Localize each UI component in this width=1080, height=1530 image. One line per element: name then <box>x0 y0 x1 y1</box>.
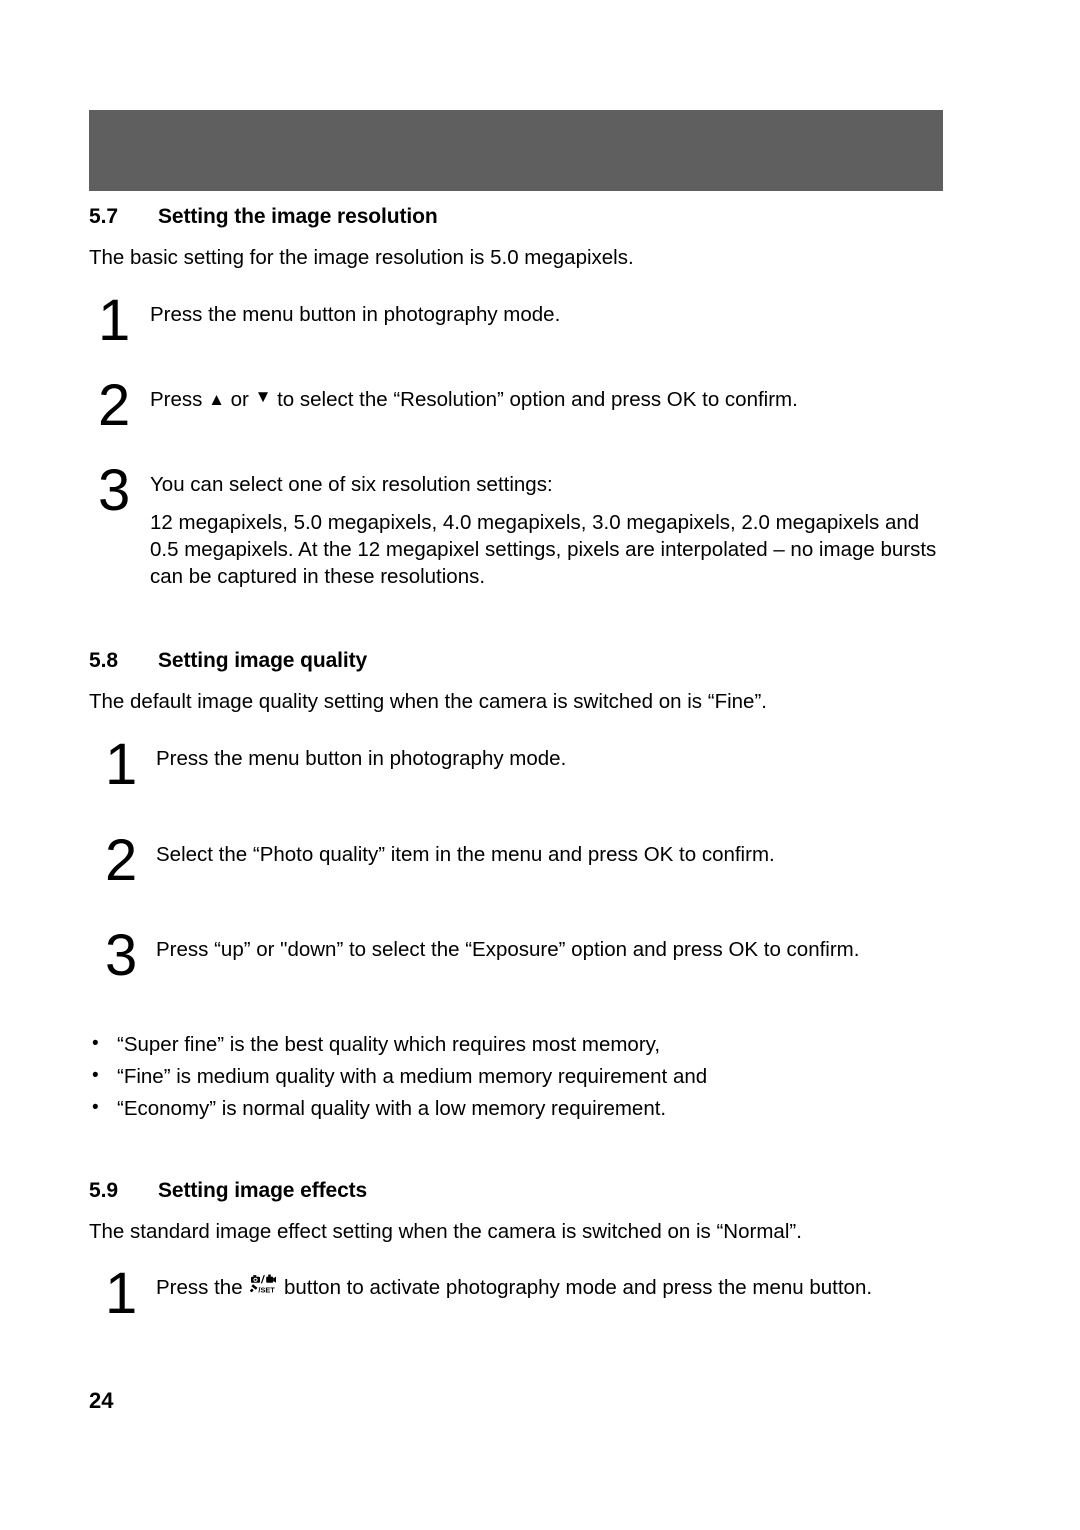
svg-text:/SET: /SET <box>259 1285 276 1294</box>
list-item: • “Fine” is medium quality with a medium … <box>89 1061 969 1093</box>
list-item: • “Super fine” is the best quality which … <box>89 1029 969 1061</box>
section-heading-5-8: 5.8 Setting image quality <box>89 649 969 673</box>
section-number: 5.9 <box>89 1179 118 1203</box>
section-intro-5-8: The default image quality setting when t… <box>89 689 767 713</box>
page-number: 24 <box>89 1388 114 1413</box>
document-page: 5.7 Setting the image resolution The bas… <box>0 0 1080 1530</box>
step-text: Press the menu button in photography mod… <box>150 297 950 328</box>
step-number: 1 <box>105 731 137 797</box>
step-text-suffix: to select the “Resolution” option and pr… <box>271 387 798 411</box>
step-line: Press the /SET button to activate photog… <box>156 1274 946 1301</box>
step-text-prefix: Press <box>150 387 209 411</box>
step-line: You can select one of six resolution set… <box>150 472 553 496</box>
step-item: 1 Press the menu button in photography m… <box>89 731 969 797</box>
list-item-label: “Fine” is medium quality with a medium m… <box>117 1064 708 1088</box>
bullet-icon: • <box>92 1064 99 1086</box>
list-item: • “Economy” is normal quality with a low … <box>89 1093 969 1125</box>
step-line: 12 megapixels, 5.0 megapixels, 4.0 megap… <box>150 510 937 589</box>
step-text: Select the “Photo quality” item in the m… <box>156 837 946 868</box>
step-number: 2 <box>98 372 130 438</box>
step-number: 1 <box>98 288 130 354</box>
section-heading-5-7: 5.7 Setting the image resolution <box>89 205 969 229</box>
step-number: 3 <box>98 457 130 523</box>
section-intro-5-9: The standard image effect setting when t… <box>89 1220 802 1244</box>
page-content: 5.7 Setting the image resolution The bas… <box>89 205 969 1326</box>
section-heading-5-9: 5.9 Setting image effects <box>89 1179 969 1203</box>
step-number: 1 <box>105 1260 137 1326</box>
list-item-label: “Economy” is normal quality with a low m… <box>117 1096 667 1120</box>
step-line: Press the menu button in photography mod… <box>150 303 561 327</box>
step-text: Press “up” or "down” to select the “Expo… <box>156 932 946 963</box>
steps-list-5-7: 1 Press the menu button in photography m… <box>89 288 969 591</box>
section-title: Setting the image resolution <box>158 205 438 228</box>
list-item-label: “Super fine” is the best quality which r… <box>117 1033 661 1057</box>
step-item: 1 Press the /SET button to activate phot… <box>89 1260 969 1326</box>
step-line: Press the menu button in photography mod… <box>156 746 567 770</box>
step-text-middle: or <box>224 387 255 411</box>
section-intro-5-7: The basic setting for the image resoluti… <box>89 246 634 269</box>
steps-list-5-8: 1 Press the menu button in photography m… <box>89 731 969 989</box>
steps-list-5-9: 1 Press the /SET button to activate phot… <box>89 1260 969 1326</box>
arrow-down-icon: ▼ <box>254 386 272 406</box>
step-line: Press ▲ or ▼ to select the “Resolution” … <box>150 386 950 413</box>
step-text: You can select one of six resolution set… <box>150 467 950 591</box>
step-item: 3 Press “up” or "down” to select the “Ex… <box>89 923 969 989</box>
step-item: 3 You can select one of six resolution s… <box>89 457 969 591</box>
section-number: 5.7 <box>89 205 118 228</box>
step-item: 1 Press the menu button in photography m… <box>89 288 969 354</box>
step-item: 2 Select the “Photo quality” item in the… <box>89 827 969 893</box>
step-item: 2 Press ▲ or ▼ to select the “Resolution… <box>89 372 969 438</box>
bullet-icon: • <box>92 1096 99 1118</box>
step-line: Select the “Photo quality” item in the m… <box>156 842 775 866</box>
step-line: Press “up” or "down” to select the “Expo… <box>156 938 860 962</box>
camera-camcorder-set-button-icon: /SET <box>249 1274 277 1300</box>
step-text: Press ▲ or ▼ to select the “Resolution” … <box>150 382 950 413</box>
bullet-icon: • <box>92 1033 99 1055</box>
step-text-suffix: button to activate photography mode and … <box>278 1275 873 1299</box>
section-title: Setting image effects <box>158 1179 368 1203</box>
step-number: 3 <box>105 923 137 989</box>
step-number: 2 <box>105 827 137 893</box>
section-title: Setting image quality <box>158 648 368 672</box>
step-text-prefix: Press the <box>156 1275 249 1299</box>
quality-bullet-list: • “Super fine” is the best quality which … <box>89 1029 969 1124</box>
section-number: 5.8 <box>89 648 118 672</box>
header-banner <box>89 110 943 191</box>
arrow-up-icon: ▲ <box>208 389 225 409</box>
step-text: Press the /SET button to activate photog… <box>156 1270 946 1301</box>
step-text: Press the menu button in photography mod… <box>156 741 946 772</box>
